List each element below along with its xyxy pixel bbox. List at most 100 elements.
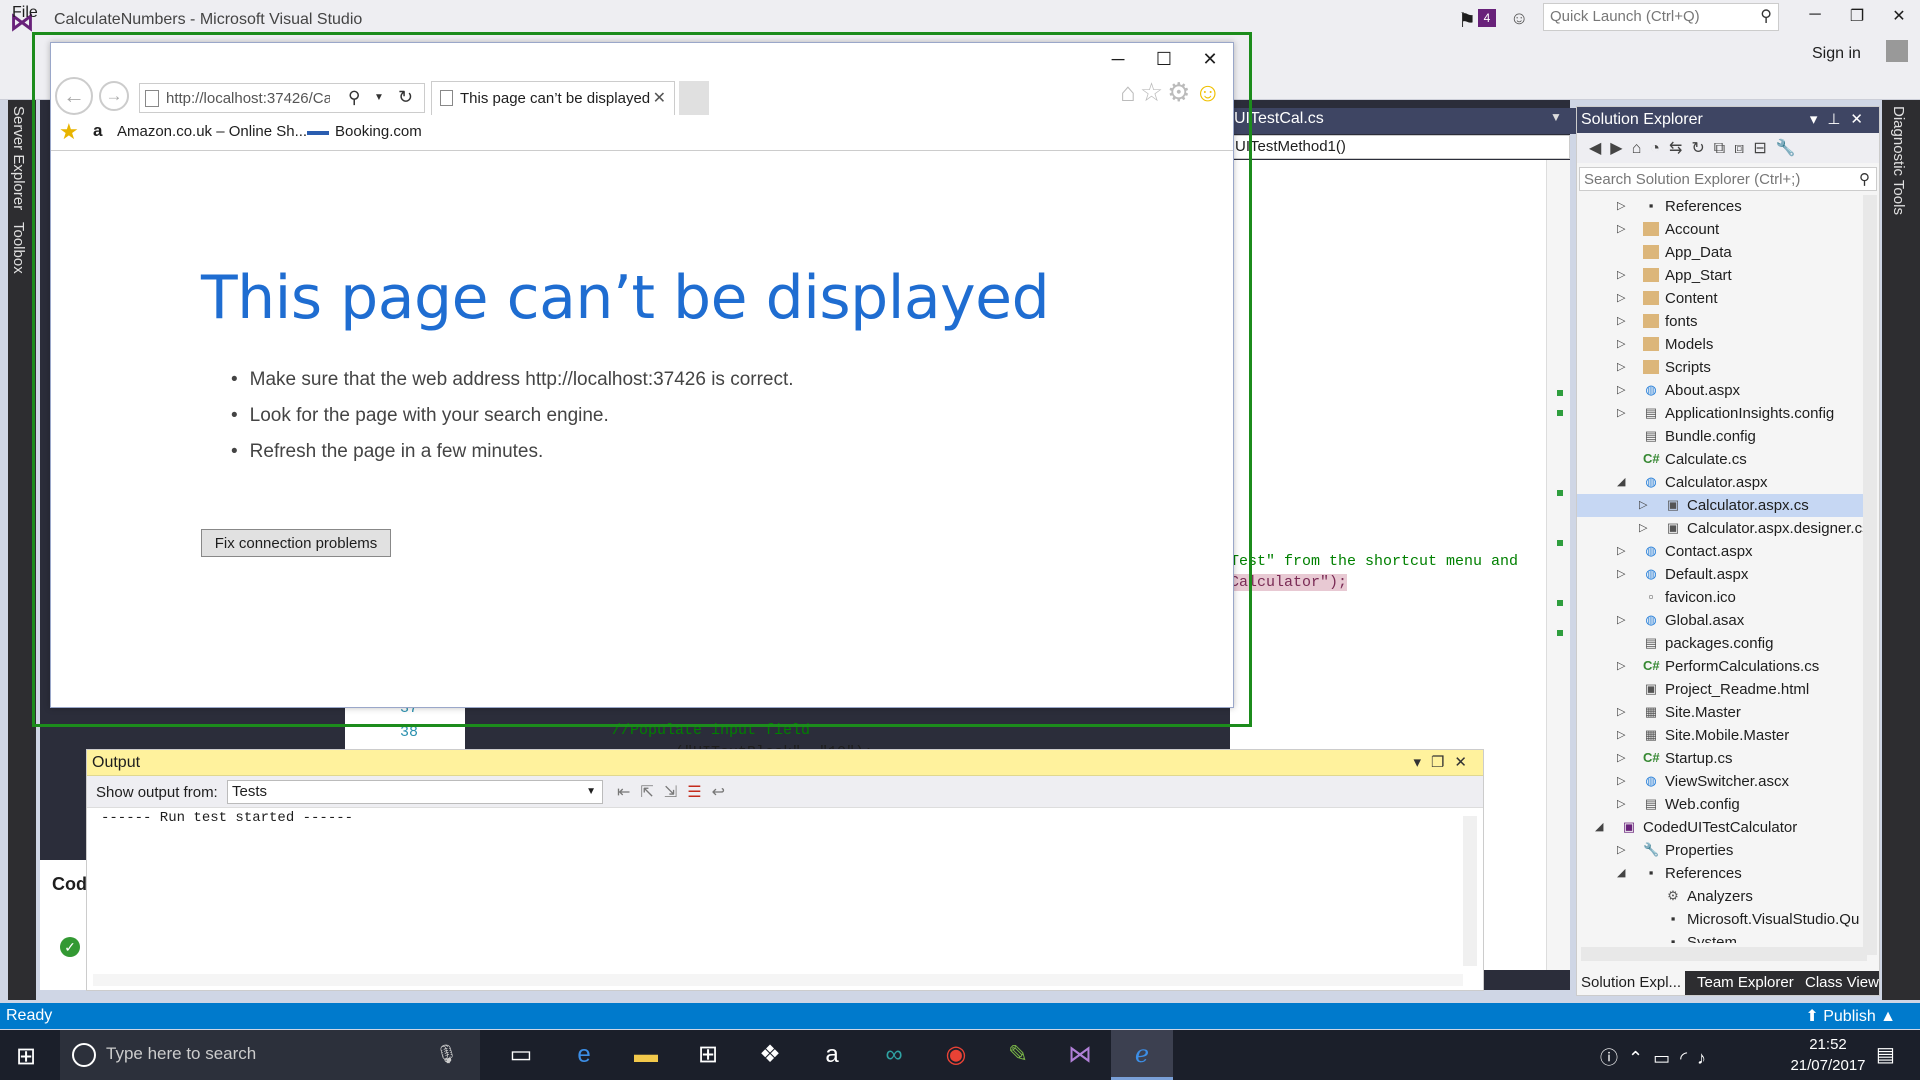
- expand-arrow-icon[interactable]: ▷: [1617, 287, 1625, 310]
- expand-arrow-icon[interactable]: ▷: [1639, 517, 1647, 540]
- tab-diagnostic-tools[interactable]: Diagnostic Tools: [1890, 106, 1907, 215]
- browser-minimize-button[interactable]: ─: [1095, 49, 1141, 77]
- expand-arrow-icon[interactable]: ▷: [1617, 218, 1625, 241]
- taskbar-search-input[interactable]: Type here to search 🎙: [60, 1030, 480, 1080]
- amazon-icon[interactable]: a: [801, 1030, 863, 1080]
- close-button[interactable]: ✕: [1884, 6, 1914, 32]
- task-view-icon[interactable]: ▭: [490, 1030, 552, 1080]
- search-icon[interactable]: ⚲: [1760, 6, 1772, 26]
- menu-file[interactable]: File: [12, 4, 38, 22]
- expand-arrow-icon[interactable]: ▷: [1617, 609, 1625, 632]
- output-source-select[interactable]: Tests ▼: [227, 780, 603, 804]
- tab-team-explorer[interactable]: Team Explorer: [1697, 974, 1794, 991]
- notifications-flag-icon[interactable]: ⚑: [1458, 8, 1476, 33]
- clock-time[interactable]: 21:52: [1783, 1036, 1873, 1053]
- tab-server-explorer[interactable]: Server Explorer: [10, 106, 27, 210]
- output-vertical-scrollbar[interactable]: [1463, 816, 1477, 966]
- collapse-arrow-icon[interactable]: ◢: [1595, 816, 1603, 839]
- tree-item[interactable]: ▤ Bundle.config: [1577, 425, 1863, 448]
- expand-arrow-icon[interactable]: ▷: [1639, 494, 1647, 517]
- output-horizontal-scrollbar[interactable]: [93, 974, 1463, 986]
- solution-explorer-search-input[interactable]: Search Solution Explorer (Ctrl+;) ⚲: [1579, 167, 1877, 191]
- tab-error-page[interactable]: This page can’t be displayed ✕: [431, 81, 675, 115]
- tree-item[interactable]: ▷ Content: [1577, 287, 1863, 310]
- tree-item[interactable]: ▷ Account: [1577, 218, 1863, 241]
- expand-arrow-icon[interactable]: ▷: [1617, 655, 1625, 678]
- expand-arrow-icon[interactable]: ▷: [1617, 563, 1625, 586]
- solution-explorer-window-buttons[interactable]: ▾⊥✕: [1810, 110, 1873, 128]
- address-bar[interactable]: http://localhost:37426/Calc ⚲ ▼ ↻: [139, 83, 425, 113]
- tree-item[interactable]: ▷ ▦ Site.Master: [1577, 701, 1863, 724]
- tree-item[interactable]: ▷ 🔧 Properties: [1577, 839, 1863, 862]
- visual-studio-icon[interactable]: ⋈: [1049, 1030, 1111, 1080]
- tree-item[interactable]: ▷ ▤ ApplicationInsights.config: [1577, 402, 1863, 425]
- tree-item[interactable]: ▪ Microsoft.VisualStudio.Qu: [1577, 908, 1863, 931]
- refresh-icon[interactable]: ↻: [398, 87, 413, 108]
- expand-arrow-icon[interactable]: ▷: [1617, 356, 1625, 379]
- tab-solution-explorer[interactable]: Solution Expl...: [1577, 971, 1686, 995]
- search-icon[interactable]: ⚲: [1859, 170, 1870, 188]
- expand-arrow-icon[interactable]: ▷: [1617, 540, 1625, 563]
- chevron-down-icon[interactable]: ▼: [374, 92, 384, 103]
- expand-arrow-icon[interactable]: ▷: [1617, 333, 1625, 356]
- chrome-icon[interactable]: ◉: [925, 1030, 987, 1080]
- microphone-icon[interactable]: 🎙: [435, 1044, 458, 1065]
- feedback-icon[interactable]: ☺: [1510, 8, 1528, 29]
- browser-close-button[interactable]: ✕: [1187, 49, 1233, 77]
- solution-explorer-tool-icons[interactable]: ◀▶⌂◔⇆↻⧉⧈⊟🔧: [1589, 138, 1805, 158]
- collapse-arrow-icon[interactable]: ◢: [1617, 471, 1625, 494]
- tree-item[interactable]: ▷ ▪ References: [1577, 195, 1863, 218]
- search-icon[interactable]: ⚲: [348, 88, 360, 108]
- avatar[interactable]: [1886, 40, 1908, 62]
- tree-item[interactable]: ◢ ◍ Calculator.aspx: [1577, 471, 1863, 494]
- tree-item[interactable]: ▷ Scripts: [1577, 356, 1863, 379]
- output-window-buttons[interactable]: ▾❐✕: [1413, 753, 1477, 771]
- expand-arrow-icon[interactable]: ▷: [1617, 195, 1625, 218]
- expand-arrow-icon[interactable]: ▷: [1617, 310, 1625, 333]
- tree-item[interactable]: ▪ System: [1577, 931, 1863, 943]
- expand-arrow-icon[interactable]: ▷: [1617, 402, 1625, 425]
- tree-item[interactable]: ▷ C# PerformCalculations.cs: [1577, 655, 1863, 678]
- browser-maximize-button[interactable]: ☐: [1141, 49, 1187, 77]
- tree-item[interactable]: ▷ ◍ Global.asax: [1577, 609, 1863, 632]
- expand-arrow-icon[interactable]: ▷: [1617, 747, 1625, 770]
- forward-icon[interactable]: →: [99, 81, 129, 111]
- expand-arrow-icon[interactable]: ▷: [1617, 770, 1625, 793]
- tree-item[interactable]: ◢ ▪ References: [1577, 862, 1863, 885]
- clear-all-icon[interactable]: ☰: [687, 784, 711, 801]
- file-explorer-icon[interactable]: ▬: [615, 1030, 677, 1080]
- expand-arrow-icon[interactable]: ▷: [1617, 701, 1625, 724]
- home-icon[interactable]: ⌂: [1120, 77, 1140, 107]
- close-icon[interactable]: ✕: [653, 88, 666, 108]
- output-tool-icons[interactable]: ⇤⇱⇲☰↩: [617, 782, 735, 802]
- feedback-smile-icon[interactable]: ☺: [1194, 77, 1225, 107]
- tree-item[interactable]: ▷ ▣ Calculator.aspx.cs: [1577, 494, 1863, 517]
- solution-tree-horizontal-scrollbar[interactable]: [1581, 947, 1867, 961]
- member-navigation-dropdown[interactable]: UITestMethod1(): [1230, 135, 1570, 159]
- tree-item[interactable]: ▷ ▣ Calculator.aspx.designer.cs: [1577, 517, 1863, 540]
- tree-item[interactable]: ▷ App_Start: [1577, 264, 1863, 287]
- collapse-arrow-icon[interactable]: ◢: [1617, 862, 1625, 885]
- clock-date[interactable]: 21/07/2017: [1783, 1057, 1873, 1074]
- quick-launch-input[interactable]: Quick Launch (Ctrl+Q) ⚲: [1543, 3, 1779, 31]
- tree-item[interactable]: App_Data: [1577, 241, 1863, 264]
- expand-arrow-icon[interactable]: ▷: [1617, 264, 1625, 287]
- back-icon[interactable]: ←: [55, 77, 93, 115]
- tree-item[interactable]: ▣ Project_Readme.html: [1577, 678, 1863, 701]
- store-icon[interactable]: ⊞: [677, 1030, 739, 1080]
- notification-count-badge[interactable]: 4: [1478, 9, 1496, 27]
- add-favorite-icon[interactable]: ★: [59, 119, 79, 145]
- expand-arrow-icon[interactable]: ▷: [1617, 839, 1625, 862]
- publish-button[interactable]: ⬆ Publish ▲: [1805, 1006, 1896, 1026]
- expand-arrow-icon[interactable]: ▷: [1617, 793, 1625, 816]
- windows-start-icon[interactable]: ⊞: [16, 1042, 36, 1071]
- tree-item[interactable]: ▷ ▤ Web.config: [1577, 793, 1863, 816]
- solution-tree-scrollbar[interactable]: [1863, 195, 1877, 955]
- fix-connection-button[interactable]: Fix connection problems: [201, 529, 391, 557]
- settings-gear-icon[interactable]: ⚙: [1167, 77, 1194, 107]
- system-tray-icons[interactable]: ⓘ⌃▭◜♪: [1600, 1044, 1716, 1070]
- maximize-button[interactable]: ❐: [1842, 6, 1872, 32]
- tree-item[interactable]: ⚙ Analyzers: [1577, 885, 1863, 908]
- tree-item[interactable]: ◢ ▣ CodedUITestCalculator: [1577, 816, 1863, 839]
- tree-item[interactable]: ▷ ◍ Default.aspx: [1577, 563, 1863, 586]
